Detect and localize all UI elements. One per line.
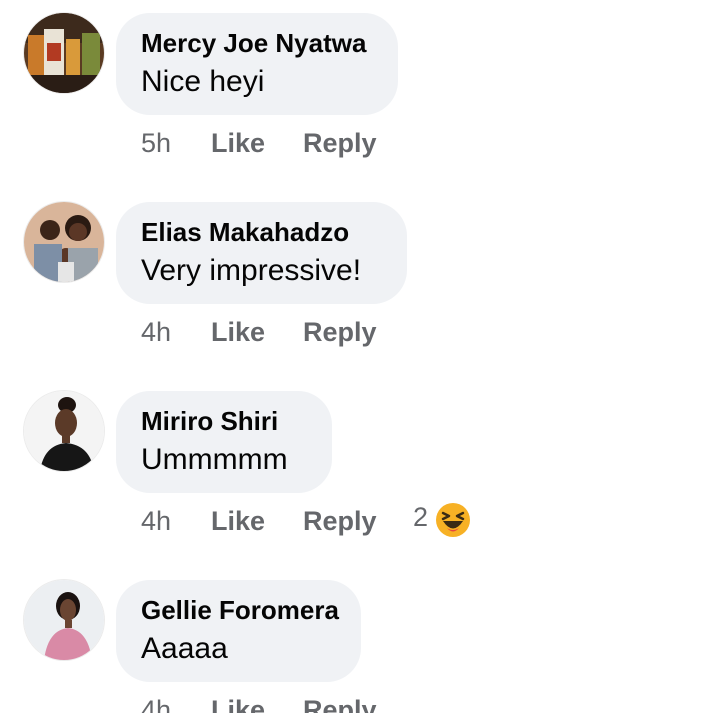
comment-bubble: Mercy Joe Nyatwa Nice heyi xyxy=(116,13,398,115)
comment-item: Gellie Foromera Aaaaa 4h Like Reply xyxy=(0,580,720,713)
laughing-emoji-icon xyxy=(435,502,471,538)
comment-author[interactable]: Miriro Shiri xyxy=(141,406,278,437)
comment-text: Aaaaa xyxy=(141,632,228,665)
avatar-image xyxy=(24,580,104,660)
comment-author[interactable]: Mercy Joe Nyatwa xyxy=(141,28,366,59)
reaction-count: 2 xyxy=(413,502,429,532)
comment-text: Ummmmm xyxy=(141,443,288,476)
comment-list: Mercy Joe Nyatwa Nice heyi 5h Like Reply… xyxy=(0,0,720,713)
like-button[interactable]: Like xyxy=(211,128,265,159)
comment-item: Elias Makahadzo Very impressive! 4h Like… xyxy=(0,202,720,362)
comment-item: Miriro Shiri Ummmmm 4h Like Reply 2 xyxy=(0,391,720,551)
comment-timestamp[interactable]: 4h xyxy=(141,317,171,348)
comment-text: Very impressive! xyxy=(141,254,362,287)
comment-timestamp[interactable]: 4h xyxy=(141,506,171,537)
reply-button[interactable]: Reply xyxy=(303,506,377,537)
comment-author[interactable]: Elias Makahadzo xyxy=(141,217,349,248)
comment-bubble: Miriro Shiri Ummmmm xyxy=(116,391,332,493)
comment-timestamp[interactable]: 4h xyxy=(141,695,171,713)
avatar[interactable] xyxy=(24,202,104,282)
avatar[interactable] xyxy=(24,391,104,471)
comment-author[interactable]: Gellie Foromera xyxy=(141,595,339,626)
comment-timestamp[interactable]: 5h xyxy=(141,128,171,159)
like-button[interactable]: Like xyxy=(211,695,265,713)
reply-button[interactable]: Reply xyxy=(303,317,377,348)
avatar[interactable] xyxy=(24,580,104,660)
comment-bubble: Gellie Foromera Aaaaa xyxy=(116,580,361,682)
avatar-image xyxy=(24,391,104,471)
avatar[interactable] xyxy=(24,13,104,93)
reply-button[interactable]: Reply xyxy=(303,128,377,159)
comment-text: Nice heyi xyxy=(141,65,265,98)
like-button[interactable]: Like xyxy=(211,317,265,348)
avatar-image xyxy=(24,13,104,93)
avatar-image xyxy=(24,202,104,282)
reply-button[interactable]: Reply xyxy=(303,695,377,713)
comment-item: Mercy Joe Nyatwa Nice heyi 5h Like Reply xyxy=(0,13,720,173)
comment-bubble: Elias Makahadzo Very impressive! xyxy=(116,202,407,304)
like-button[interactable]: Like xyxy=(211,506,265,537)
